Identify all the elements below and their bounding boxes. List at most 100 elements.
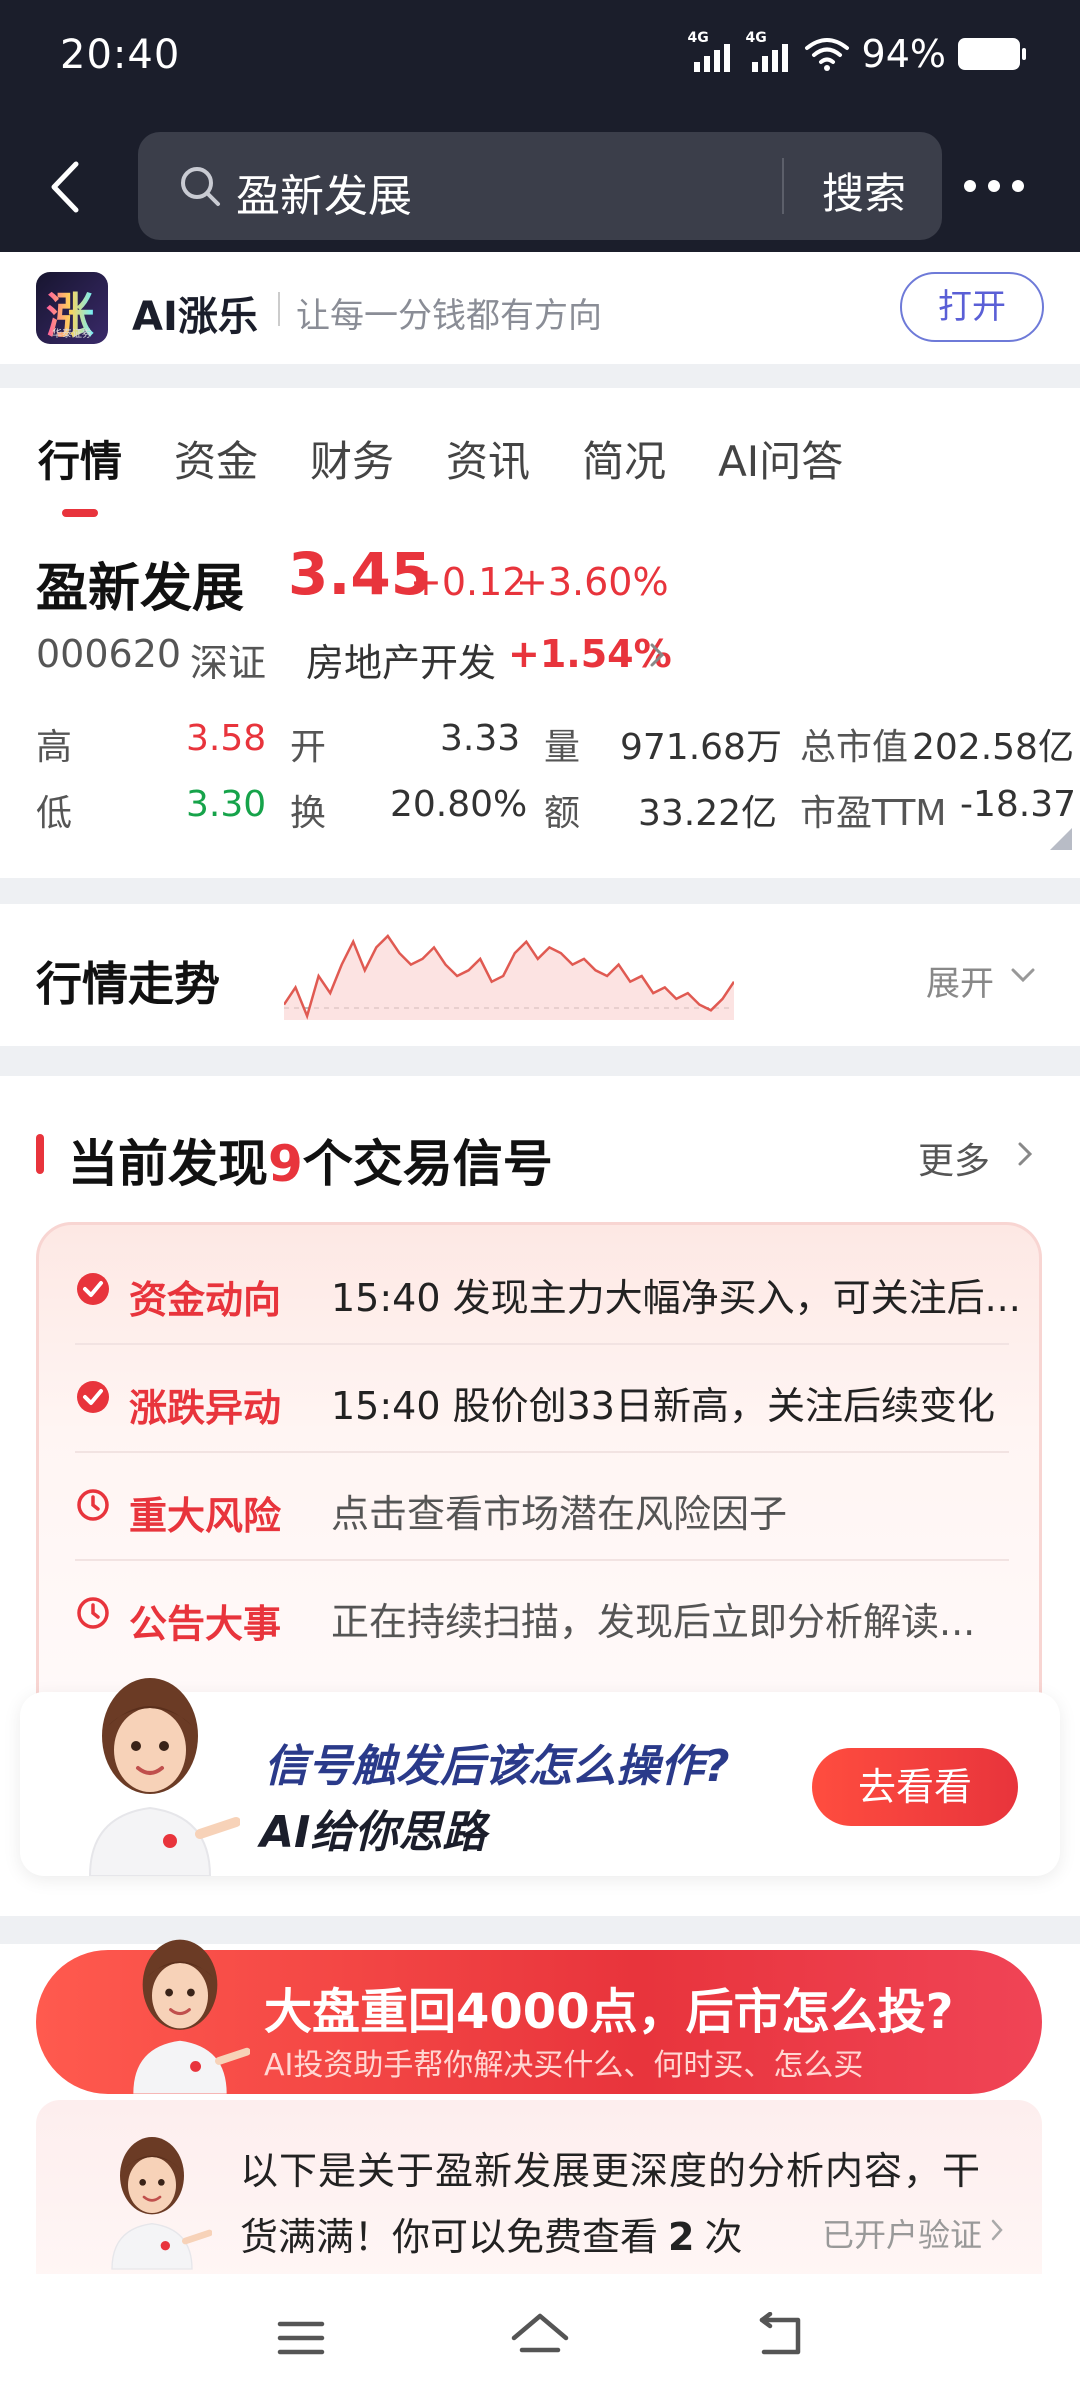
verified-link[interactable]: 已开户验证 — [822, 2210, 982, 2256]
ai-banner-line1: 信号触发后该怎么操作? — [264, 1741, 730, 1792]
tab-funds[interactable]: 资金 — [174, 428, 258, 489]
assistant-avatar — [88, 1678, 240, 1876]
signal-list-card: 资金动向 15:40 发现主力大幅净买入，可关注后... 涨跌异动 15:40 … — [36, 1222, 1042, 1742]
app-promo-bar: 涨 华泰证券 AI涨乐 让每一分钱都有方向 打开 — [0, 252, 1080, 364]
tab-news[interactable]: 资讯 — [446, 428, 530, 489]
trend-sparkline — [284, 934, 734, 1020]
open-app-button[interactable]: 打开 — [900, 272, 1044, 342]
ai-guidance-banner[interactable]: 信号触发后该怎么操作? AI给你思路 去看看 — [20, 1678, 1060, 1876]
deep-analysis-prefix: 货满满！你可以免费查看 — [240, 2215, 659, 2259]
stat-amount-value: 33.22亿 — [638, 793, 778, 834]
signals-section: 当前发现9个交易信号 更多 资金动向 15:40 发现主力大幅净买入，可关注后.… — [0, 1076, 1080, 1916]
tab-ai-qa[interactable]: AI问答 — [718, 428, 843, 489]
stock-market: 深证 — [190, 641, 267, 685]
timer-icon — [77, 1597, 109, 1629]
signal-category: 涨跌异动 — [129, 1386, 282, 1430]
market-banner-subtitle: AI投资助手帮你解决买什么、何时买、怎么买 — [264, 2048, 864, 2083]
stat-volume-value: 971.68万 — [620, 727, 782, 768]
stat-volume-label: 量 — [544, 727, 581, 768]
back-arrow-icon[interactable] — [44, 158, 88, 216]
expand-corner-icon[interactable] — [1050, 828, 1072, 850]
stat-mktcap-value: 202.58亿 — [912, 727, 1074, 768]
deep-analysis-line2: 货满满！你可以免费查看 2 次 — [240, 2206, 742, 2261]
ai-banner-line2: AI给你思路 — [260, 1807, 487, 1858]
chevron-right-icon[interactable] — [990, 2218, 1004, 2242]
chevron-down-icon[interactable] — [1010, 966, 1036, 984]
stat-pe-value: -18.37 — [960, 784, 1077, 825]
stock-code: 000620 — [36, 632, 182, 676]
price-change-percent: +3.60% — [516, 560, 669, 604]
logo-sub: 华泰证券 — [52, 329, 92, 340]
search-input[interactable]: 盈新发展 — [236, 160, 412, 224]
go-see-button[interactable]: 去看看 — [812, 1748, 1018, 1826]
menu-icon[interactable] — [276, 2318, 326, 2358]
signal-row[interactable]: 资金动向 15:40 发现主力大幅净买入，可关注后... — [75, 1239, 1021, 1345]
app-name: AI涨乐 — [132, 294, 258, 340]
trend-section[interactable]: 行情走势 展开 — [0, 904, 1080, 1046]
search-bar[interactable]: 盈新发展 搜索 — [138, 132, 942, 240]
sparkline-area — [284, 936, 734, 1020]
chevron-right-icon[interactable] — [1016, 1140, 1034, 1168]
expand-link[interactable]: 展开 — [926, 956, 994, 1005]
search-divider — [782, 158, 784, 214]
signal-row[interactable]: 公告大事 正在持续扫描，发现后立即分析解读... — [75, 1563, 1009, 1669]
signals-title-suffix: 个交易信号 — [302, 1135, 553, 1193]
chevron-right-icon[interactable] — [646, 640, 668, 670]
search-button[interactable]: 搜索 — [822, 160, 906, 221]
stat-mktcap-label: 总市值 — [800, 727, 909, 768]
system-nav-bar — [0, 2274, 1080, 2400]
price-change: +0.12 — [410, 560, 527, 604]
stat-pe-label: 市盈TTM — [800, 793, 947, 834]
free-view-count: 2 — [668, 2215, 695, 2259]
deep-analysis-line1: 以下是关于盈新发展更深度的分析内容，干 — [240, 2149, 982, 2193]
stat-turnover-value: 20.80% — [390, 784, 528, 825]
tab-finance[interactable]: 财务 — [310, 428, 394, 489]
home-icon[interactable] — [510, 2310, 570, 2362]
signal-text: 正在持续扫描，发现后立即分析解读... — [331, 1600, 976, 1644]
signal-row[interactable]: 重大风险 点击查看市场潜在风险因子 — [75, 1455, 1009, 1561]
market-banner-title: 大盘重回4000点，后市怎么投? — [264, 1984, 954, 2040]
quote-card: 行情 资金 财务 资讯 简况 AI问答 盈新发展 3.45 +0.12 +3.6… — [0, 388, 1080, 878]
market-banner[interactable]: 大盘重回4000点，后市怎么投? AI投资助手帮你解决买什么、何时买、怎么买 — [36, 1939, 1042, 2094]
signal-4g-icon: 4G — [746, 30, 792, 74]
signal-text: 15:40 发现主力大幅净买入，可关注后... — [331, 1276, 1021, 1320]
stat-high-label: 高 — [36, 727, 73, 768]
deep-analysis-card[interactable]: 以下是关于盈新发展更深度的分析内容，干 货满满！你可以免费查看 2 次 已开户验证 — [36, 2100, 1042, 2280]
status-icons: 4G 4G 94% — [688, 30, 1026, 76]
analysis-section: 大盘重回4000点，后市怎么投? AI投资助手帮你解决买什么、何时买、怎么买 以… — [0, 1939, 1080, 2280]
promo-divider — [278, 292, 280, 326]
trend-title: 行情走势 — [36, 957, 220, 1011]
stat-high-value: 3.58 — [186, 718, 267, 759]
stock-name: 盈新发展 — [36, 559, 245, 619]
signals-count: 9 — [268, 1135, 303, 1193]
stat-open-value: 3.33 — [440, 718, 521, 759]
signals-title-prefix: 当前发现 — [68, 1135, 268, 1193]
signal-category: 公告大事 — [129, 1602, 282, 1646]
search-icon — [181, 167, 220, 206]
signal-text: 点击查看市场潜在风险因子 — [331, 1492, 788, 1536]
status-bar: 20:40 4G 4G 94% — [0, 0, 1080, 116]
tab-quote[interactable]: 行情 — [38, 428, 122, 517]
status-time: 20:40 — [60, 32, 181, 78]
signal-text: 15:40 股价创33日新高，关注后续变化 — [331, 1384, 995, 1428]
stat-low-label: 低 — [36, 793, 73, 834]
check-circle-icon — [77, 1381, 109, 1413]
battery-percent: 94% — [861, 32, 946, 76]
more-options-icon[interactable] — [964, 180, 1024, 192]
industry-link[interactable]: 房地产开发 — [306, 632, 496, 687]
signal-category: 重大风险 — [129, 1494, 282, 1538]
back-icon[interactable] — [756, 2312, 806, 2360]
signal-row[interactable]: 涨跌异动 15:40 股价创33日新高，关注后续变化 — [75, 1347, 1009, 1453]
tab-bar: 行情 资金 财务 资讯 简况 AI问答 — [38, 428, 843, 517]
app-slogan: 让每一分钱都有方向 — [296, 296, 602, 336]
signal-4g-icon: 4G — [688, 30, 734, 74]
tab-profile[interactable]: 简况 — [582, 428, 666, 489]
check-circle-icon — [77, 1273, 109, 1305]
top-bar: 20:40 4G 4G 94% 盈新发展 搜索 — [0, 0, 1080, 252]
assistant-avatar — [111, 2137, 212, 2270]
section-marker — [36, 1134, 44, 1174]
more-signals-link[interactable]: 更多 — [918, 1132, 990, 1184]
battery-icon — [958, 38, 1026, 70]
deep-analysis-suffix: 次 — [704, 2215, 743, 2259]
wifi-icon — [804, 38, 849, 71]
